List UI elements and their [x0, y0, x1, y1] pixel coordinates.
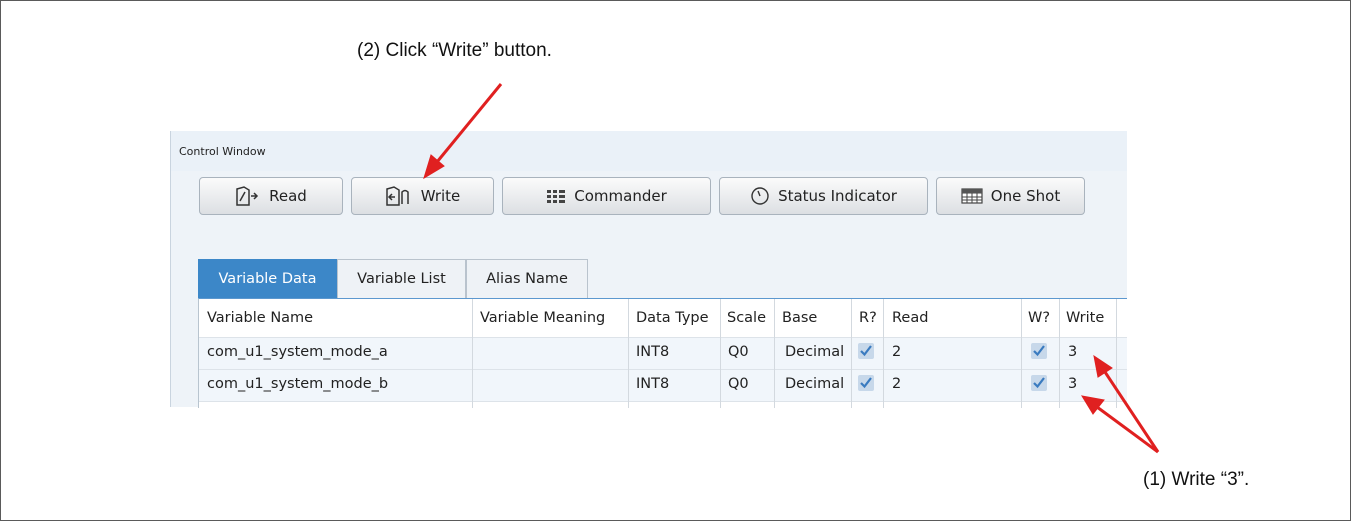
arrow-to-row1-write: [1103, 371, 1160, 453]
arrow-to-row2-write: [1096, 405, 1159, 454]
annotation-arrows: [423, 83, 1160, 454]
arrow-to-write-button: [435, 83, 503, 163]
arrow-head: [1093, 354, 1113, 378]
